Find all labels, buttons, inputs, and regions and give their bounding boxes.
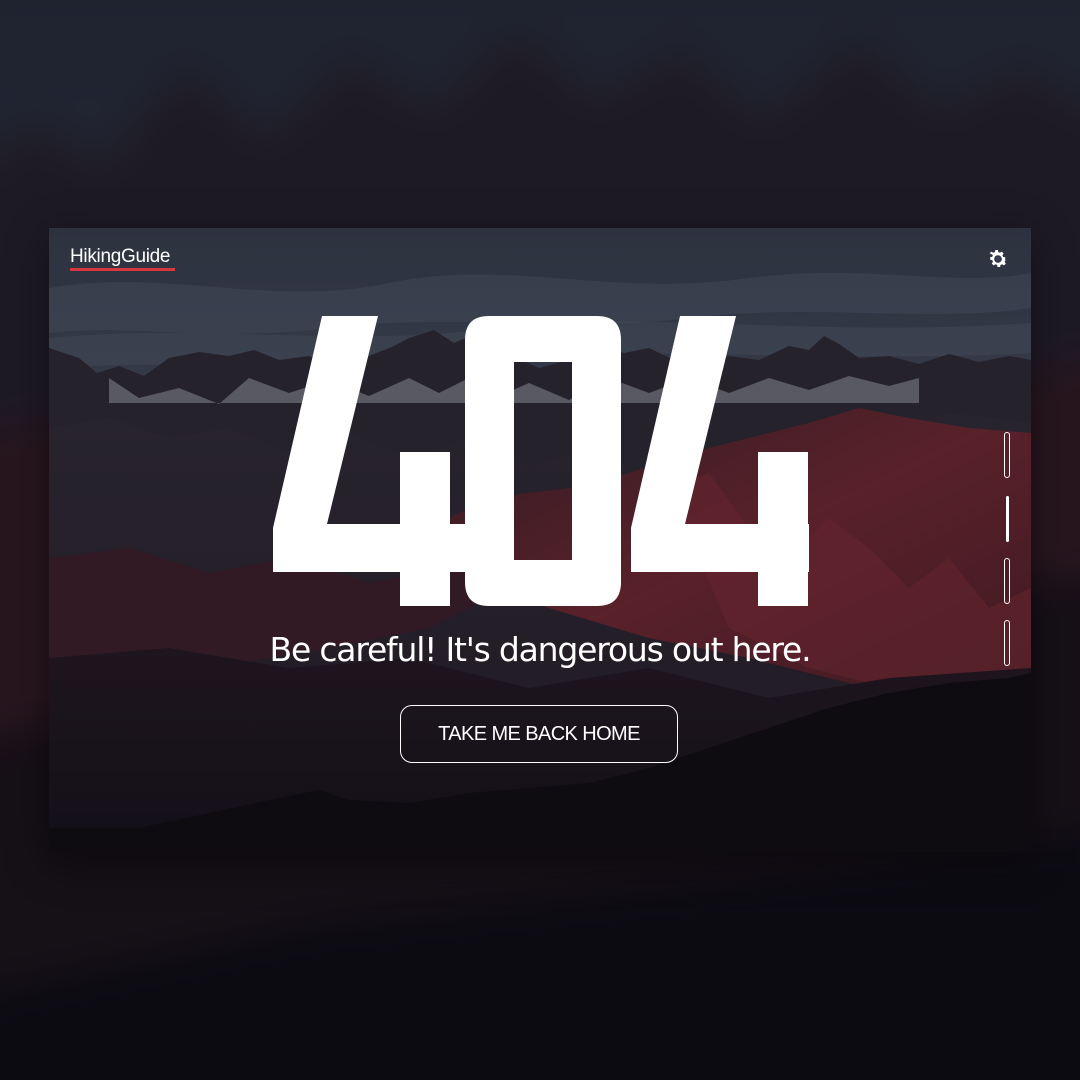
error-code: 404 [273,316,809,606]
gear-icon[interactable] [986,247,1010,271]
logo-underline [70,268,175,271]
slide-nav [1004,432,1014,668]
slide-indicator-4[interactable] [1004,620,1010,666]
take-me-back-home-button[interactable]: TAKE ME BACK HOME [400,705,678,763]
logo-link[interactable]: HikingGuide [70,246,171,268]
slide-indicator-3[interactable] [1004,558,1010,604]
error-message: Be careful! It's dangerous out here. [269,630,812,669]
page-frame: HikingGuide 404 Be careful! It's dangero… [49,228,1031,852]
slide-indicator-1[interactable] [1004,432,1010,478]
slide-indicator-2-active[interactable] [1006,496,1009,542]
